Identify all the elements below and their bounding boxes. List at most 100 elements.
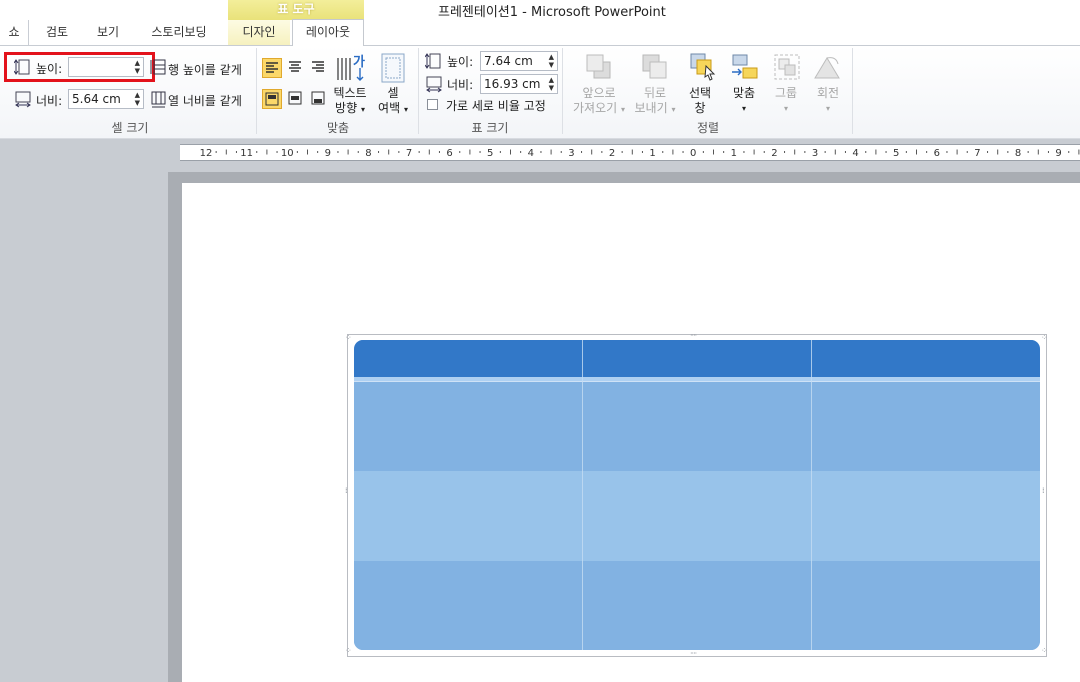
- send-backward-label: 뒤로: [643, 86, 667, 100]
- ruler-label: 3: [812, 148, 818, 159]
- group-divider: [852, 48, 853, 134]
- column-divider[interactable]: [582, 340, 583, 650]
- tab-layout[interactable]: 레이아웃: [292, 19, 364, 46]
- align-left-icon: [266, 62, 278, 73]
- group-divider: [256, 48, 257, 134]
- ruler-label: 2: [609, 148, 615, 159]
- resize-handle-bottom-right[interactable]: ⁘: [1041, 647, 1048, 655]
- ruler-label: 9: [325, 148, 331, 159]
- resize-handle-right[interactable]: ⁞: [1042, 487, 1045, 495]
- rotate-button[interactable]: 회전 ▾: [808, 86, 848, 116]
- align-right-button[interactable]: [309, 58, 329, 78]
- group-label-arrange: 정렬: [696, 121, 720, 135]
- selection-pane-icon: [690, 53, 716, 81]
- tab-storyboarding[interactable]: 스토리보딩: [138, 20, 220, 45]
- horizontal-ruler[interactable]: 12 11 10 9 8 7 6 5 4 3 2 1 0 1 2 3 4 5 6 7 8 9: [180, 144, 1080, 161]
- svg-text:가: 가: [353, 55, 365, 70]
- bring-forward-button[interactable]: 앞으로 가져오기 ▾: [568, 86, 630, 117]
- text-direction-label: 텍스트: [333, 86, 367, 100]
- column-divider[interactable]: [811, 340, 812, 650]
- table-width-value: 16.93 cm: [484, 77, 541, 91]
- cell-margins-button[interactable]: 셀 여백 ▾: [372, 86, 414, 117]
- ruler-label: 7: [974, 148, 980, 159]
- send-backward-button[interactable]: 뒤로 보내기 ▾: [630, 86, 680, 117]
- table-height-icon: [425, 53, 441, 69]
- ruler-label: 6: [446, 148, 452, 159]
- align-middle-button[interactable]: [286, 89, 306, 109]
- selection-pane-button[interactable]: 선택 창: [682, 86, 718, 116]
- send-backward-label-2: 보내기: [634, 101, 668, 115]
- table-width-label: 너비:: [447, 78, 474, 92]
- table[interactable]: [354, 340, 1040, 650]
- tab-view[interactable]: 보기: [88, 20, 128, 45]
- group-objects-icon: [774, 54, 800, 80]
- distribute-rows-icon: [150, 59, 166, 75]
- resize-handle-top[interactable]: ····: [690, 332, 704, 340]
- align-left-button[interactable]: [262, 58, 282, 78]
- align-objects-button[interactable]: 맞춤 ▾: [724, 86, 764, 116]
- cell-margins-label: 셀: [387, 86, 399, 100]
- resize-handle-left[interactable]: ⁞: [345, 487, 348, 495]
- text-direction-button[interactable]: 텍스트 방향 ▾: [330, 86, 370, 117]
- table-row[interactable]: [354, 471, 1040, 561]
- spinner-arrows-icon[interactable]: ▲ ▼: [549, 76, 554, 92]
- selection-pane-label-2: 창: [694, 101, 706, 115]
- tab-review[interactable]: 검토: [32, 20, 82, 45]
- table-row[interactable]: [354, 381, 1040, 472]
- send-backward-icon: [642, 54, 667, 79]
- table-row[interactable]: [354, 561, 1040, 650]
- group-label-cell-size: 셀 크기: [111, 121, 149, 135]
- ruler-label: 1: [649, 148, 655, 159]
- spinner-arrows-icon[interactable]: ▲ ▼: [135, 91, 140, 107]
- dropdown-arrow-icon: ▾: [360, 105, 365, 114]
- ruler-label: 3: [568, 148, 574, 159]
- group-divider: [418, 48, 419, 134]
- table-width-icon: [426, 76, 442, 93]
- cell-margins-icon: [381, 53, 405, 83]
- group-objects-button[interactable]: 그룹 ▾: [766, 86, 806, 116]
- table-tools-context-header: 표 도구: [228, 0, 364, 20]
- align-objects-icon: [732, 54, 758, 79]
- dropdown-arrow-icon: ▾: [620, 105, 625, 114]
- bring-forward-label: 앞으로: [582, 86, 616, 100]
- table-width-input[interactable]: 16.93 cm ▲ ▼: [480, 74, 558, 94]
- align-objects-label: 맞춤: [732, 86, 756, 100]
- dropdown-arrow-icon: ▾: [783, 104, 788, 113]
- ruler-label: 8: [1015, 148, 1021, 159]
- text-direction-icon: 가: [337, 55, 365, 81]
- selection-pane-label: 선택: [688, 86, 712, 100]
- align-top-button[interactable]: [262, 89, 282, 109]
- dropdown-arrow-icon: ▾: [741, 104, 746, 113]
- ruler-ticks: 12 11 10 9 8 7 6 5 4 3 2 1 0 1 2 3 4 5 6 7 8 9: [200, 148, 1080, 159]
- distribute-columns-button[interactable]: 열 너비를 같게: [168, 92, 242, 109]
- column-width-icon: [15, 91, 31, 108]
- spinner-arrows-icon[interactable]: ▲ ▼: [549, 53, 554, 69]
- resize-handle-top-left[interactable]: ⁘: [345, 334, 352, 342]
- ruler-label: 7: [406, 148, 412, 159]
- resize-handle-top-right[interactable]: ⁘: [1041, 334, 1048, 342]
- align-top-icon: [265, 92, 279, 106]
- ruler-label: 9: [1055, 148, 1061, 159]
- window-title: 프레젠테이션1 - Microsoft PowerPoint: [438, 5, 666, 20]
- bring-forward-icon: [586, 54, 611, 79]
- table-header-row[interactable]: [354, 340, 1040, 381]
- ruler-label: 6: [934, 148, 940, 159]
- align-center-button[interactable]: [286, 58, 306, 78]
- group-divider: [562, 48, 563, 134]
- table-height-input[interactable]: 7.64 cm ▲ ▼: [480, 51, 558, 71]
- align-right-icon: [312, 61, 324, 72]
- tab-slideshow[interactable]: 쇼: [0, 20, 29, 45]
- cell-width-input[interactable]: 5.64 cm ▲ ▼: [68, 89, 144, 109]
- dropdown-arrow-icon: ▾: [671, 105, 676, 114]
- align-bottom-button[interactable]: [309, 89, 329, 109]
- align-middle-icon: [288, 91, 302, 105]
- ruler-label: 4: [528, 148, 534, 159]
- ruler-label: 1: [731, 148, 737, 159]
- resize-handle-bottom-left[interactable]: ⁘: [345, 647, 352, 655]
- bring-forward-label-2: 가져오기: [572, 101, 618, 115]
- tab-design[interactable]: 디자인: [228, 20, 290, 45]
- distribute-rows-button[interactable]: 행 높이를 같게: [168, 61, 242, 78]
- lock-aspect-ratio-checkbox[interactable]: [427, 99, 438, 110]
- resize-handle-bottom[interactable]: ····: [690, 650, 704, 658]
- align-center-icon: [289, 61, 301, 72]
